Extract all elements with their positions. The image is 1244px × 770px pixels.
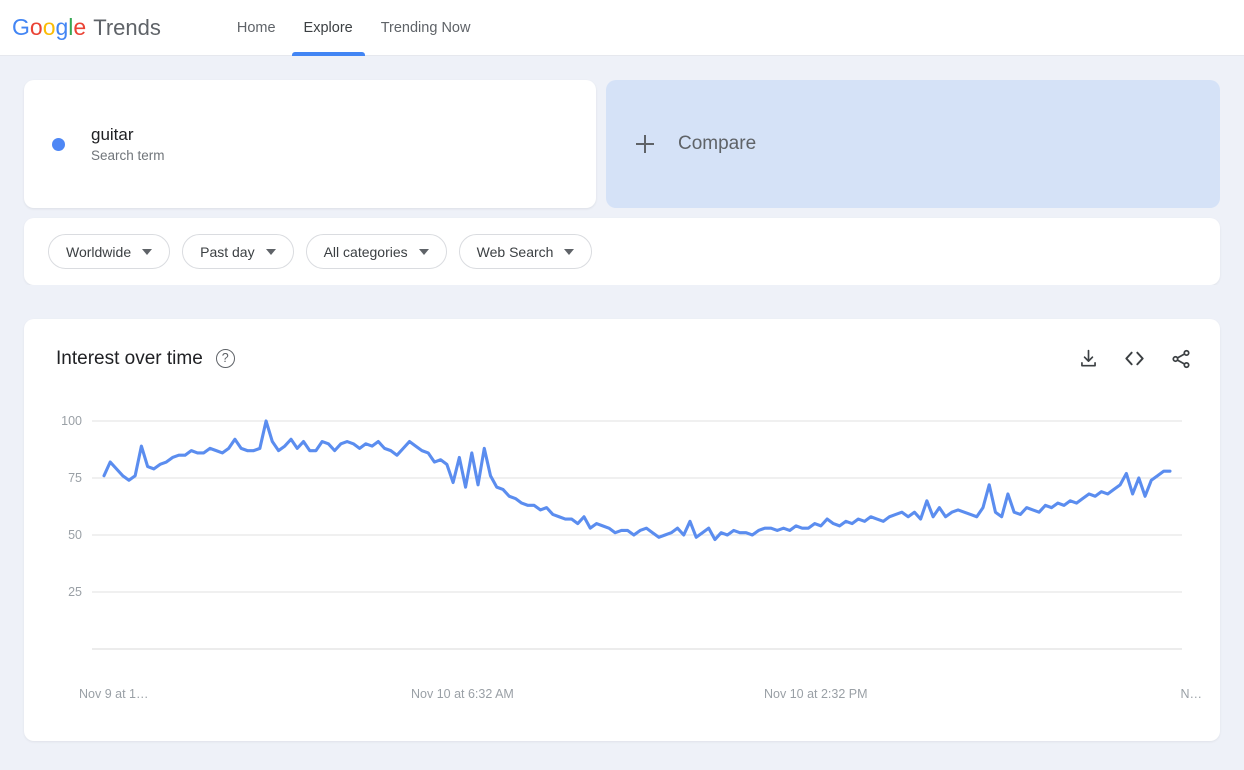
nav-item-trending-now[interactable]: Trending Now [367, 0, 485, 56]
chart-gridlines [92, 420, 1182, 650]
interest-over-time-chart[interactable]: 100 75 50 25 [24, 415, 1220, 715]
search-term-card[interactable]: guitar Search term [24, 80, 596, 208]
chevron-down-icon [418, 248, 429, 255]
brand-logo[interactable]: Google Trends [12, 14, 161, 41]
svg-text:25: 25 [68, 585, 82, 599]
query-band: guitar Search term Compare Worldwide Pas… [0, 56, 1244, 285]
chart-actions [1078, 347, 1192, 370]
chart-y-axis-labels: 100 75 50 25 [61, 415, 82, 599]
nav-item-explore[interactable]: Explore [290, 0, 367, 56]
filter-time-range-label: Past day [200, 243, 255, 260]
filter-category[interactable]: All categories [305, 234, 447, 269]
filter-category-label: All categories [323, 243, 408, 260]
chevron-down-icon [142, 248, 153, 255]
help-icon[interactable]: ? [215, 349, 235, 368]
compare-card[interactable]: Compare [606, 80, 1220, 208]
trend-line [102, 419, 1172, 542]
nav-item-home[interactable]: Home [223, 0, 290, 56]
svg-text:50: 50 [68, 528, 82, 542]
filter-location-label: Worldwide [66, 243, 132, 260]
main-nav: Home Explore Trending Now [223, 0, 485, 56]
embed-icon[interactable] [1123, 347, 1146, 370]
chart-header: Interest over time ? [24, 319, 1220, 370]
share-icon[interactable] [1170, 348, 1192, 370]
svg-text:100: 100 [61, 415, 82, 428]
filter-time-range[interactable]: Past day [182, 234, 294, 269]
chart-section: Interest over time ? 100 75 50 25 Nov 9 … [0, 285, 1244, 741]
filter-location[interactable]: Worldwide [48, 234, 171, 269]
compare-label: Compare [678, 133, 757, 154]
filters-bar: Worldwide Past day All categories Web Se… [24, 218, 1220, 285]
term-row: guitar Search term Compare [24, 80, 1220, 208]
filter-search-type[interactable]: Web Search [458, 234, 593, 269]
chart-title-group: Interest over time ? [56, 348, 235, 370]
google-logo: Google [12, 14, 87, 40]
product-name: Trends [93, 15, 161, 40]
x-tick-2: Nov 10 at 2:32 PM [764, 687, 868, 701]
filter-search-type-label: Web Search [476, 243, 554, 260]
chevron-down-icon [564, 248, 575, 255]
series-color-dot [52, 137, 65, 151]
interest-over-time-card: Interest over time ? 100 75 50 25 Nov 9 … [24, 319, 1220, 741]
chevron-down-icon [265, 248, 276, 255]
chart-x-axis-labels: Nov 9 at 1… Nov 10 at 6:32 AM Nov 10 at … [24, 687, 1220, 707]
search-term-text: guitar Search term [91, 125, 165, 163]
x-tick-1: Nov 10 at 6:32 AM [411, 687, 514, 701]
download-icon[interactable] [1078, 348, 1099, 369]
chart-plot-area: 100 75 50 25 [24, 415, 1220, 715]
x-tick-3: N… [1180, 687, 1202, 701]
search-term-type: Search term [91, 148, 165, 163]
plus-icon [636, 135, 654, 153]
svg-text:75: 75 [68, 471, 82, 485]
app-header: Google Trends Home Explore Trending Now [0, 0, 1244, 56]
x-tick-0: Nov 9 at 1… [79, 687, 149, 701]
search-term-label: guitar [91, 125, 134, 144]
page-title: Interest over time [56, 347, 203, 369]
